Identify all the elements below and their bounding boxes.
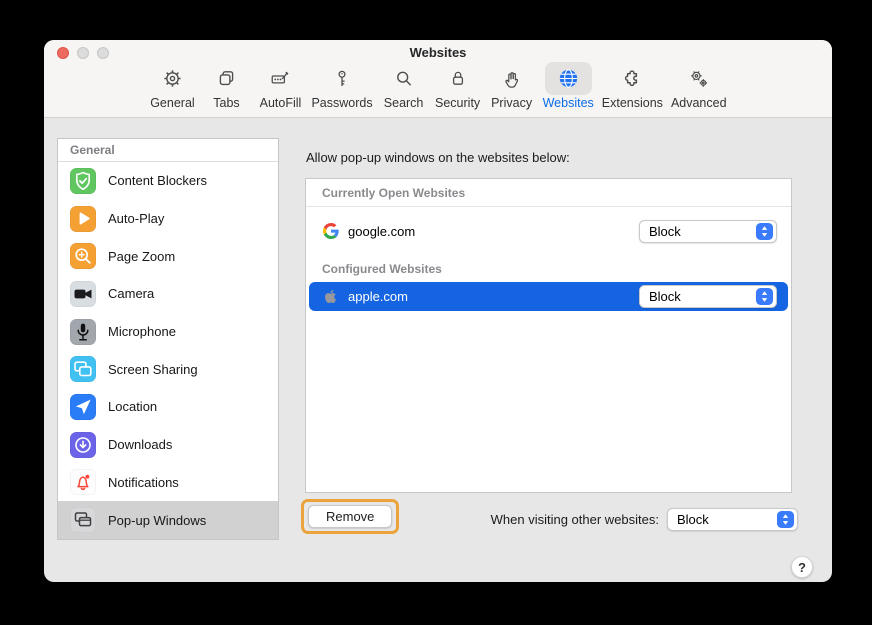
- tab-passwords[interactable]: Passwords: [308, 62, 375, 110]
- microphone-icon: [70, 318, 96, 345]
- preferences-toolbar: General Tabs AutoFill Passwords Search S…: [44, 62, 832, 118]
- sidebar-item-pop-up-windows[interactable]: Pop-up Windows: [58, 501, 278, 539]
- pane-description: Allow pop-up windows on the websites bel…: [306, 150, 570, 165]
- section-header: Currently Open Websites: [306, 179, 791, 207]
- globe-icon: [544, 62, 592, 95]
- camera-icon: [70, 280, 96, 307]
- sidebar-item-camera[interactable]: Camera: [58, 275, 278, 313]
- puzzle-icon: [609, 62, 655, 95]
- sidebar-item-page-zoom[interactable]: Page Zoom: [58, 237, 278, 275]
- footer-row: When visiting other websites: Block: [305, 507, 798, 531]
- tab-autofill[interactable]: AutoFill: [254, 62, 306, 110]
- block-dropdown[interactable]: Block: [639, 219, 777, 243]
- screen-background: Websites General Tabs AutoFill Passwords: [0, 0, 872, 625]
- magnifier-icon: [381, 62, 427, 95]
- stepper-icon: [756, 222, 773, 240]
- tab-websites[interactable]: Websites: [540, 62, 597, 110]
- gears-icon: [675, 62, 722, 95]
- tab-privacy[interactable]: Privacy: [486, 62, 538, 110]
- websites-list: Currently Open Websites google.com Block…: [305, 178, 792, 493]
- play-icon: [70, 205, 96, 232]
- sidebar-item-content-blockers[interactable]: Content Blockers: [58, 162, 278, 200]
- sidebar-group-header: General: [58, 139, 278, 162]
- apple-favicon: [322, 289, 339, 304]
- window-title: Websites: [409, 45, 467, 60]
- help-button[interactable]: ?: [791, 556, 813, 578]
- sidebar-item-notifications[interactable]: Notifications: [58, 464, 278, 502]
- when-visiting-label: When visiting other websites:: [490, 511, 659, 527]
- gear-icon: [149, 62, 195, 95]
- shield-check-icon: [70, 167, 96, 194]
- tab-search[interactable]: Search: [378, 62, 430, 110]
- stepper-icon: [756, 288, 773, 305]
- tab-general[interactable]: General: [146, 62, 198, 110]
- tab-security[interactable]: Security: [432, 62, 484, 110]
- lock-icon: [435, 62, 481, 95]
- sidebar-list: Content Blockers Auto-Play Page Zoom Cam…: [58, 162, 278, 539]
- titlebar-toolbar: Websites General Tabs AutoFill Passwords: [44, 40, 832, 118]
- site-name: apple.com: [348, 289, 408, 304]
- screens-icon: [70, 356, 96, 383]
- stepper-icon: [777, 510, 794, 528]
- site-name: google.com: [348, 223, 416, 239]
- key-icon: [319, 62, 365, 95]
- when-visiting-dropdown[interactable]: Block: [667, 507, 798, 531]
- sidebar-item-downloads[interactable]: Downloads: [58, 426, 278, 464]
- website-row-apple[interactable]: apple.com Block: [309, 282, 788, 311]
- bell-icon: [70, 469, 96, 496]
- location-arrow-icon: [70, 393, 96, 420]
- tab-advanced[interactable]: Advanced: [668, 62, 730, 110]
- sidebar-item-auto-play[interactable]: Auto-Play: [58, 200, 278, 238]
- safari-preferences-window: Websites General Tabs AutoFill Passwords: [44, 40, 832, 582]
- google-favicon: [322, 223, 339, 239]
- sidebar-item-location[interactable]: Location: [58, 388, 278, 426]
- website-row-google[interactable]: google.com Block: [306, 207, 791, 255]
- sidebar-item-screen-sharing[interactable]: Screen Sharing: [58, 350, 278, 388]
- tab-extensions[interactable]: Extensions: [599, 62, 666, 110]
- download-circle-icon: [70, 431, 96, 458]
- popup-windows-icon: [70, 507, 96, 534]
- section-header: Configured Websites: [322, 262, 442, 276]
- autofill-icon: [257, 62, 303, 95]
- sidebar-item-microphone[interactable]: Microphone: [58, 313, 278, 351]
- tab-tabs[interactable]: Tabs: [200, 62, 252, 110]
- websites-sidebar: General Content Blockers Auto-Play Page …: [57, 138, 279, 540]
- block-dropdown[interactable]: Block: [639, 285, 777, 308]
- zoom-plus-icon: [70, 243, 96, 270]
- hand-icon: [489, 62, 535, 95]
- tabs-icon: [203, 62, 249, 95]
